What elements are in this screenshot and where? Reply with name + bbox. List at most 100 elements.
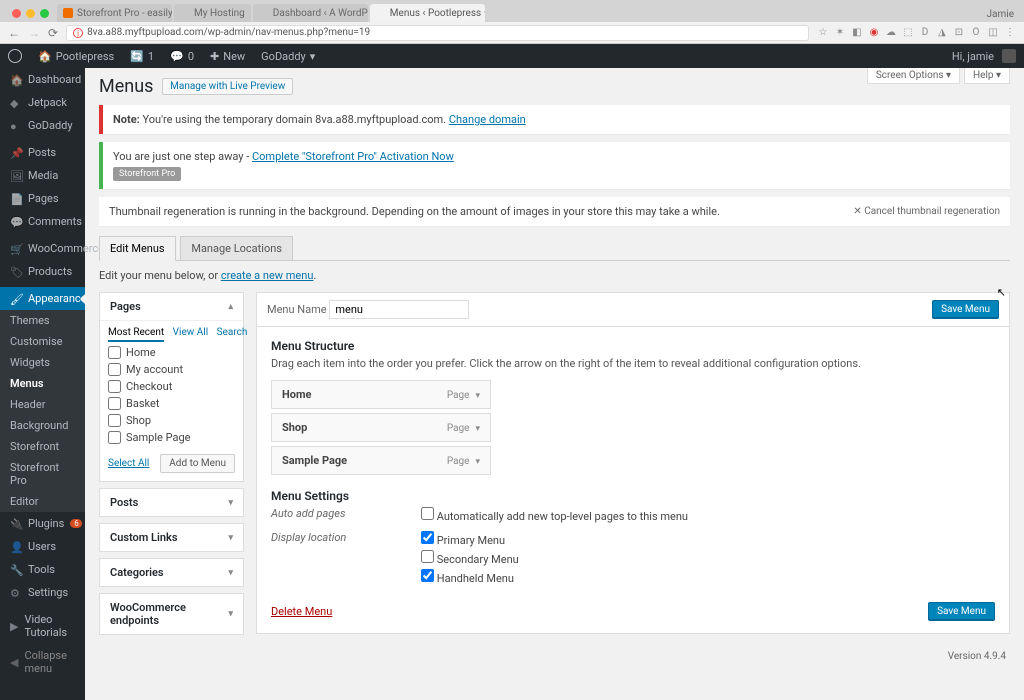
wp-logo[interactable] — [0, 44, 30, 68]
sidebar-item-plugins[interactable]: 🔌Plugins 6 — [0, 512, 85, 535]
collapse-menu[interactable]: ◀Collapse menu — [0, 644, 85, 680]
star-icon[interactable]: ☆ — [817, 27, 829, 38]
sidebar-item-jetpack[interactable]: ◆Jetpack — [0, 91, 85, 114]
select-all-link[interactable]: Select All — [108, 458, 149, 469]
minimize-window-icon[interactable] — [26, 9, 35, 18]
new-content[interactable]: ✚ New — [202, 44, 253, 68]
sidebar-item-media[interactable]: 🖼Media — [0, 164, 85, 187]
woo-endpoints-toggle[interactable]: WooCommerce endpoints▾ — [100, 594, 243, 634]
user-greeting[interactable]: Hi, jamie — [944, 49, 1024, 63]
categories-toggle[interactable]: Categories▾ — [100, 559, 243, 586]
forward-button[interactable]: → — [28, 26, 40, 40]
page-option[interactable]: Shop — [108, 412, 235, 429]
custom-links-toggle[interactable]: Custom Links▾ — [100, 524, 243, 551]
ext-icon[interactable]: ☁ — [885, 27, 897, 38]
page-option[interactable]: Sample Page — [108, 429, 235, 446]
tab-manage-locations[interactable]: Manage Locations — [180, 236, 293, 260]
location-checkbox[interactable] — [421, 550, 434, 563]
menu-item-row[interactable]: Sample Page Page▾ — [271, 446, 491, 475]
chevron-down-icon[interactable]: ▾ — [475, 457, 480, 467]
submenu-menus[interactable]: Menus — [0, 373, 85, 394]
ext-icon[interactable]: ✶ — [834, 27, 846, 38]
auto-add-checkbox[interactable] — [421, 507, 434, 520]
comments-count[interactable]: 💬 0 — [162, 44, 202, 68]
change-domain-link[interactable]: Change domain — [449, 113, 526, 126]
create-menu-link[interactable]: create a new menu — [221, 269, 314, 282]
submenu-themes[interactable]: Themes — [0, 310, 85, 331]
site-name[interactable]: 🏠 Pootlepress — [30, 44, 122, 68]
tab-view-all[interactable]: View All — [173, 327, 208, 338]
page-checkbox[interactable] — [108, 414, 121, 427]
sidebar-item-comments[interactable]: 💬Comments — [0, 210, 85, 233]
location-option[interactable]: Handheld Menu — [421, 569, 519, 585]
page-option[interactable]: Basket — [108, 395, 235, 412]
save-menu-button[interactable]: Save Menu — [932, 300, 999, 319]
sidebar-item-video[interactable]: ▶Video Tutorials — [0, 608, 85, 644]
auto-add-option[interactable]: Automatically add new top-level pages to… — [421, 507, 688, 523]
browser-tab-active[interactable]: Menus ‹ Pootlepress — Word…× — [370, 4, 485, 22]
browser-profile[interactable]: Jamie — [977, 9, 1024, 22]
delete-menu-link[interactable]: Delete Menu — [271, 605, 332, 618]
location-option[interactable]: Primary Menu — [421, 531, 519, 547]
page-option[interactable]: Checkout — [108, 378, 235, 395]
menu-name-input[interactable] — [329, 300, 469, 319]
submenu-editor[interactable]: Editor — [0, 491, 85, 512]
submenu-storefront[interactable]: Storefront — [0, 436, 85, 457]
sidebar-item-godaddy[interactable]: ●GoDaddy — [0, 114, 85, 137]
submenu-header[interactable]: Header — [0, 394, 85, 415]
ext-icon[interactable]: ⊡ — [953, 27, 965, 38]
browser-tab[interactable]: My Hosting — [174, 4, 251, 22]
cancel-regen-link[interactable]: ✕ Cancel thumbnail regeneration — [853, 206, 1000, 217]
tab-search[interactable]: Search — [217, 327, 248, 338]
page-option[interactable]: Home — [108, 344, 235, 361]
sidebar-item-woocommerce[interactable]: 🛒WooCommerce — [0, 237, 85, 260]
sidebar-item-users[interactable]: 👤Users — [0, 535, 85, 558]
save-menu-button-bottom[interactable]: Save Menu — [928, 602, 995, 621]
close-window-icon[interactable] — [12, 9, 21, 18]
updates[interactable]: 🔄 1 — [122, 44, 162, 68]
page-checkbox[interactable] — [108, 380, 121, 393]
ext-icon[interactable]: ◉ — [868, 27, 880, 38]
ext-icon[interactable]: ⬚ — [902, 27, 914, 38]
window-controls[interactable] — [8, 9, 57, 22]
tab-edit-menus[interactable]: Edit Menus — [99, 236, 176, 261]
maximize-window-icon[interactable] — [40, 9, 49, 18]
sidebar-item-tools[interactable]: 🔧Tools — [0, 558, 85, 581]
page-checkbox[interactable] — [108, 431, 121, 444]
submenu-background[interactable]: Background — [0, 415, 85, 436]
page-checkbox[interactable] — [108, 346, 121, 359]
ext-icon[interactable]: D — [919, 27, 931, 38]
menu-item-row[interactable]: Shop Page▾ — [271, 413, 491, 442]
url-input[interactable]: i8va.a88.myftpupload.com/wp-admin/nav-me… — [66, 25, 809, 41]
help-toggle[interactable]: Help ▾ — [964, 68, 1010, 84]
sidebar-item-settings[interactable]: ⚙Settings — [0, 581, 85, 604]
pages-panel-toggle[interactable]: Pages▴ — [100, 293, 243, 321]
sidebar-item-appearance[interactable]: 🖌Appearance — [0, 287, 85, 310]
sidebar-item-products[interactable]: 🏷Products — [0, 260, 85, 283]
back-button[interactable]: ← — [8, 26, 20, 40]
page-checkbox[interactable] — [108, 397, 121, 410]
menu-icon[interactable]: ⋮ — [1004, 27, 1016, 38]
browser-tab[interactable]: Storefront Pro - easily custo… — [57, 4, 172, 22]
sidebar-item-posts[interactable]: 📌Posts — [0, 141, 85, 164]
godaddy-menu[interactable]: GoDaddy ▾ — [253, 44, 323, 68]
submenu-customise[interactable]: Customise — [0, 331, 85, 352]
location-option[interactable]: Secondary Menu — [421, 550, 519, 566]
ext-icon[interactable]: ◧ — [851, 27, 863, 38]
sidebar-item-dashboard[interactable]: 🏠Dashboard — [0, 68, 85, 91]
add-to-menu-button[interactable]: Add to Menu — [160, 454, 235, 473]
location-checkbox[interactable] — [421, 531, 434, 544]
chevron-down-icon[interactable]: ▾ — [475, 424, 480, 434]
live-preview-button[interactable]: Manage with Live Preview — [162, 78, 293, 95]
reload-button[interactable]: ⟳ — [48, 26, 58, 40]
sidebar-item-pages[interactable]: 📄Pages — [0, 187, 85, 210]
posts-panel-toggle[interactable]: Posts▾ — [100, 489, 243, 516]
tab-most-recent[interactable]: Most Recent — [108, 327, 164, 342]
page-option[interactable]: My account — [108, 361, 235, 378]
activation-link[interactable]: Complete "Storefront Pro" Activation Now — [252, 150, 454, 163]
page-checkbox[interactable] — [108, 363, 121, 376]
submenu-widgets[interactable]: Widgets — [0, 352, 85, 373]
screen-options-toggle[interactable]: Screen Options ▾ — [867, 68, 960, 84]
ext-icon[interactable]: O — [970, 27, 982, 38]
chevron-down-icon[interactable]: ▾ — [475, 391, 480, 401]
